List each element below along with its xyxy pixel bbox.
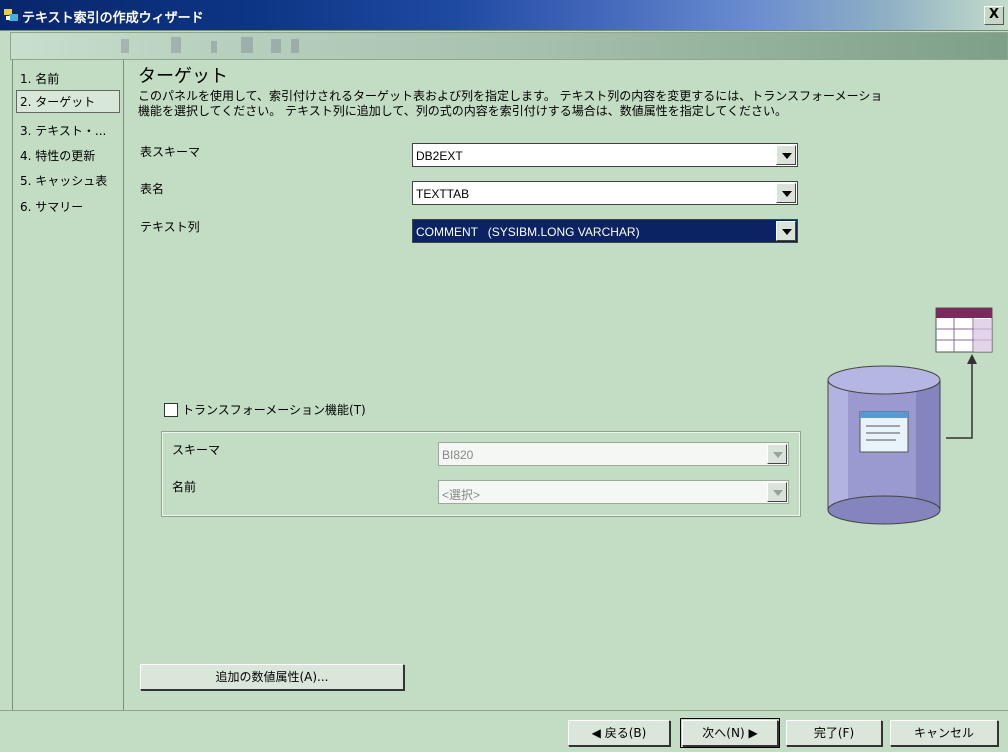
- transform-schema-select[interactable]: BI820: [438, 442, 789, 466]
- table-icon: [935, 307, 993, 353]
- text-column-label: テキスト列: [140, 220, 200, 234]
- transform-checkbox[interactable]: [164, 403, 178, 417]
- step-target[interactable]: 2. ターゲット: [16, 90, 120, 113]
- wizard-banner: [10, 32, 1008, 60]
- banner-pattern: [121, 37, 299, 53]
- database-illustration: [827, 307, 993, 525]
- transform-schema-dropdown-button[interactable]: [767, 444, 787, 464]
- text-column-dropdown-button[interactable]: [776, 221, 796, 241]
- transform-name-value: <選択>: [442, 488, 481, 502]
- back-button[interactable]: ◀ 戻る(B): [568, 720, 670, 746]
- transform-name-dropdown-button[interactable]: [767, 482, 787, 502]
- steps-panel: 1. 名前 2. ターゲット 3. テキスト・... 4. 特性の更新 5. キ…: [12, 60, 124, 710]
- step-summary[interactable]: 6. サマリー: [17, 196, 86, 217]
- wizard-icon: [4, 9, 18, 21]
- description-line-1: このパネルを使用して、索引付けされるターゲット表および列を指定します。 テキスト…: [138, 89, 883, 103]
- chevron-down-icon: [773, 490, 783, 496]
- step-text[interactable]: 3. テキスト・...: [17, 120, 109, 141]
- description-line-2: 機能を選択してください。 テキスト列に追加して、列の式の内容を索引付けする場合は…: [138, 104, 788, 118]
- arrow-line: [946, 362, 973, 439]
- numeric-attributes-button[interactable]: 追加の数値属性(A)...: [140, 664, 404, 690]
- chevron-down-icon: [782, 153, 792, 159]
- transform-schema-value: BI820: [442, 448, 474, 462]
- next-button[interactable]: 次へ(N) ▶: [680, 718, 780, 748]
- close-button[interactable]: X: [984, 6, 1004, 25]
- schema-value: DB2EXT: [416, 149, 463, 163]
- transform-schema-label: スキーマ: [172, 443, 221, 457]
- schema-label: 表スキーマ: [140, 145, 201, 159]
- table-name-label: 表名: [140, 182, 165, 196]
- step-update-properties[interactable]: 4. 特性の更新: [17, 145, 98, 166]
- cancel-button[interactable]: キャンセル: [890, 720, 998, 746]
- schema-select[interactable]: DB2EXT: [412, 143, 798, 167]
- step-name[interactable]: 1. 名前: [17, 68, 62, 89]
- table-name-select[interactable]: TEXTTAB: [412, 181, 798, 205]
- table-name-dropdown-button[interactable]: [776, 183, 796, 203]
- chevron-down-icon: [782, 229, 792, 235]
- window-title: テキスト索引の作成ウィザード: [22, 11, 204, 26]
- schema-dropdown-button[interactable]: [776, 145, 796, 165]
- table-name-value: TEXTTAB: [416, 187, 470, 201]
- text-column-value: COMMENT (SYSIBM.LONG VARCHAR): [416, 225, 640, 239]
- chevron-down-icon: [782, 191, 792, 197]
- transform-name-label: 名前: [172, 480, 197, 494]
- arrow-up-icon: [967, 354, 977, 364]
- title-bar: テキスト索引の作成ウィザード X: [0, 0, 1008, 31]
- page-title: ターゲット: [138, 66, 228, 87]
- text-column-select[interactable]: COMMENT (SYSIBM.LONG VARCHAR): [412, 219, 798, 243]
- chevron-down-icon: [773, 452, 783, 458]
- database-icon: [827, 365, 941, 525]
- transform-name-select[interactable]: <選択>: [438, 480, 789, 504]
- step-cache-table[interactable]: 5. キャッシュ表: [17, 170, 110, 191]
- finish-button[interactable]: 完了(F): [786, 720, 882, 746]
- page-description: このパネルを使用して、索引付けされるターゲット表および列を指定します。 テキスト…: [138, 89, 1008, 119]
- transform-checkbox-label[interactable]: トランスフォーメーション機能(T): [182, 401, 366, 418]
